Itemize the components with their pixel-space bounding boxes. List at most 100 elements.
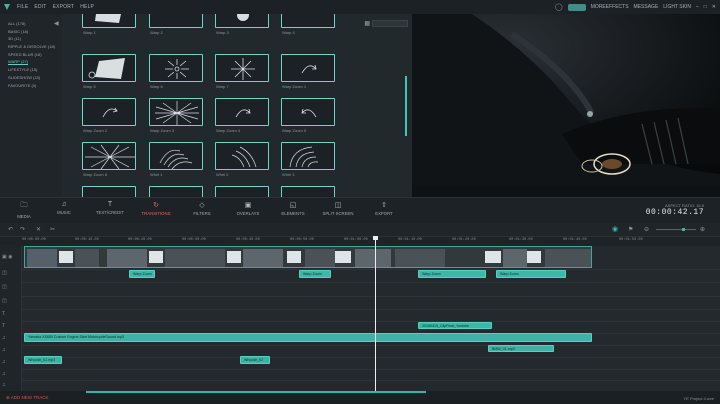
music-track-icon[interactable]: ♫ [2,347,6,353]
video-track-icon[interactable]: ▣ ◉ [2,254,12,260]
transition-tile[interactable]: Whirl 3 [281,142,335,178]
video-clip-strip[interactable] [24,246,592,268]
category-3d[interactable]: 3D (11) [0,35,62,43]
render-icon[interactable]: ◉ [612,225,618,233]
collapse-sidebar-icon[interactable]: ◀ [54,21,60,27]
add-track-button[interactable]: ⊕ ADD NEW TRACK [6,395,48,401]
status-bar: ⊕ ADD NEW TRACK YE Project 4.wve [0,393,720,404]
transition-thumbnail [281,54,335,82]
overlay-clip[interactable]: 20160415_ClipFinal_Youtube [418,322,492,329]
category-warp[interactable]: WARP (27) [0,58,62,66]
transition-tile[interactable]: Warp 1 [82,14,136,36]
transition-scrollbar[interactable] [405,76,407,136]
track-divider [22,380,720,381]
pip-track-icon[interactable]: ◫ [2,284,7,290]
menu-export[interactable]: EXPORT [53,4,75,10]
transition-tile[interactable]: Warp Zoom 1 [281,54,335,90]
tab-text[interactable]: T TEXT/CREDIT [88,201,132,215]
menu-file[interactable]: FILE [17,4,28,10]
search-input[interactable] [372,20,408,27]
transition-tile[interactable]: Warp 3 [215,14,269,36]
cut-icon[interactable]: ✂ [50,226,55,233]
current-timecode: 00:00:42.17 [645,208,704,217]
transition-tile[interactable]: Warp 6 [149,54,203,90]
text-track-icon[interactable]: T [2,311,5,317]
timeline-ruler[interactable]: 00:00:00.00 00:00:10.00 00:00:20.00 00:0… [0,237,720,246]
minimize-icon[interactable]: – [696,4,699,10]
sfx-clip[interactable]: Whoosh_02 [240,356,270,364]
transition-tile[interactable]: Warp 2 [149,14,203,36]
redo-icon[interactable]: ↷ [20,226,25,233]
track-divider [22,269,720,270]
music-track-icon[interactable]: ♫ [2,371,6,377]
text-track-icon[interactable]: T [2,323,5,329]
filter-icon: ◇ [199,202,205,209]
undo-icon[interactable]: ↶ [8,226,13,233]
transition-tile[interactable]: Whirl 2 [215,142,269,178]
tab-split-screen[interactable]: ◫ SPLIT SCREEN [316,201,360,216]
delete-icon[interactable]: ✕ [36,226,41,233]
category-slideshow[interactable]: SLIDESHOW (15) [0,74,62,82]
audio-clip[interactable]: Yamaha XS650 Custom Engine Start Motorcy… [24,333,592,342]
tab-media[interactable]: 🗀 MEDIA [2,201,46,219]
transition-tile[interactable] [281,186,335,197]
music-track-icon[interactable]: ♫ [2,382,6,388]
transition-tile[interactable]: Warp Zoom 6 [82,142,136,178]
transition-tile[interactable]: Warp Zoom 4 [215,98,269,134]
transition-name: Warp Zoom 5 [282,128,307,133]
transition-tile[interactable] [149,186,203,197]
tab-elements[interactable]: ◱ ELEMENTS [271,201,315,216]
transition-tile[interactable]: Whirl 1 [149,142,203,178]
tab-export[interactable]: ⇧ EXPORT [362,201,406,216]
pip-track-icon[interactable]: ◫ [2,298,7,304]
zoom-in-icon[interactable]: ⊕ [700,226,705,233]
tab-music[interactable]: ♫ MUSIC [42,201,86,215]
transition-tile[interactable]: Warp Zoom 2 [82,98,136,134]
transition-tile[interactable]: Warp 7 [215,54,269,90]
pip-track-icon[interactable]: ◫ [2,270,7,276]
tab-filters[interactable]: ◇ FILTERS [180,201,224,216]
menu-edit[interactable]: EDIT [34,4,46,10]
message-link[interactable]: MESSAGE [634,4,659,10]
transition-thumbnail [149,186,203,197]
account-icon[interactable]: ◯ [555,3,563,11]
menu-help[interactable]: HELP [80,4,94,10]
category-favourite[interactable]: FAVOURITE (0) [0,82,62,90]
zoom-slider[interactable] [656,228,696,231]
transition-tile[interactable] [82,186,136,197]
grid-view-icon[interactable]: ▦ [364,20,370,27]
transition-tile[interactable] [215,186,269,197]
transition-tile[interactable]: Warp Zoom 3 [149,98,203,134]
transition-clip[interactable]: Warp Zoom [299,270,331,278]
moreeffects-link[interactable]: MOREEFFECTS [591,4,629,10]
register-button[interactable] [567,3,586,11]
audio-clip[interactable]: BMW_01.mp3 [488,345,554,352]
maximize-icon[interactable]: □ [704,4,707,10]
music-track-icon[interactable]: ♫ [2,359,6,365]
tab-elements-label: ELEMENTS [281,211,305,216]
transition-tile[interactable]: Warp 5 [82,54,136,90]
category-ripple[interactable]: RIPPLE & DISSOLVE (18) [0,43,62,51]
transition-tile[interactable]: Warp 4 [281,14,335,36]
transition-clip[interactable]: Warp Zoom [129,270,155,278]
transition-tile[interactable]: Warp Zoom 5 [281,98,335,134]
category-basic[interactable]: BASIC (18) [0,28,62,36]
category-speed-blur[interactable]: SPEED BLUR (16) [0,51,62,59]
close-icon[interactable]: ✕ [712,4,716,10]
track-divider [22,369,720,370]
transition-grid: ▦ Warp 1 Warp 2 Warp 3 Warp 4 Warp 5 War… [62,14,412,197]
track-divider [22,345,720,346]
transition-name: Warp 7 [216,84,229,89]
sfx-clip[interactable]: Whoosh_01.mp3 [24,356,62,364]
music-track-icon[interactable]: ♫ [2,335,6,341]
tab-overlays[interactable]: ▣ OVERLAYS [226,201,270,216]
transition-clip[interactable]: Warp Zoom [418,270,486,278]
zoom-out-icon[interactable]: ⊖ [644,226,649,233]
category-lifestyle[interactable]: LIFESTYLE (15) [0,66,62,74]
marker-icon[interactable]: ⚑ [628,226,633,233]
tab-transitions[interactable]: ↻ TRANSITIONS [134,201,178,216]
theme-link[interactable]: LIGHT SKIN [663,4,691,10]
transition-clip[interactable]: Warp Zoom [496,270,566,278]
playhead[interactable] [373,236,378,391]
category-all[interactable]: ALL (178) [0,20,62,28]
